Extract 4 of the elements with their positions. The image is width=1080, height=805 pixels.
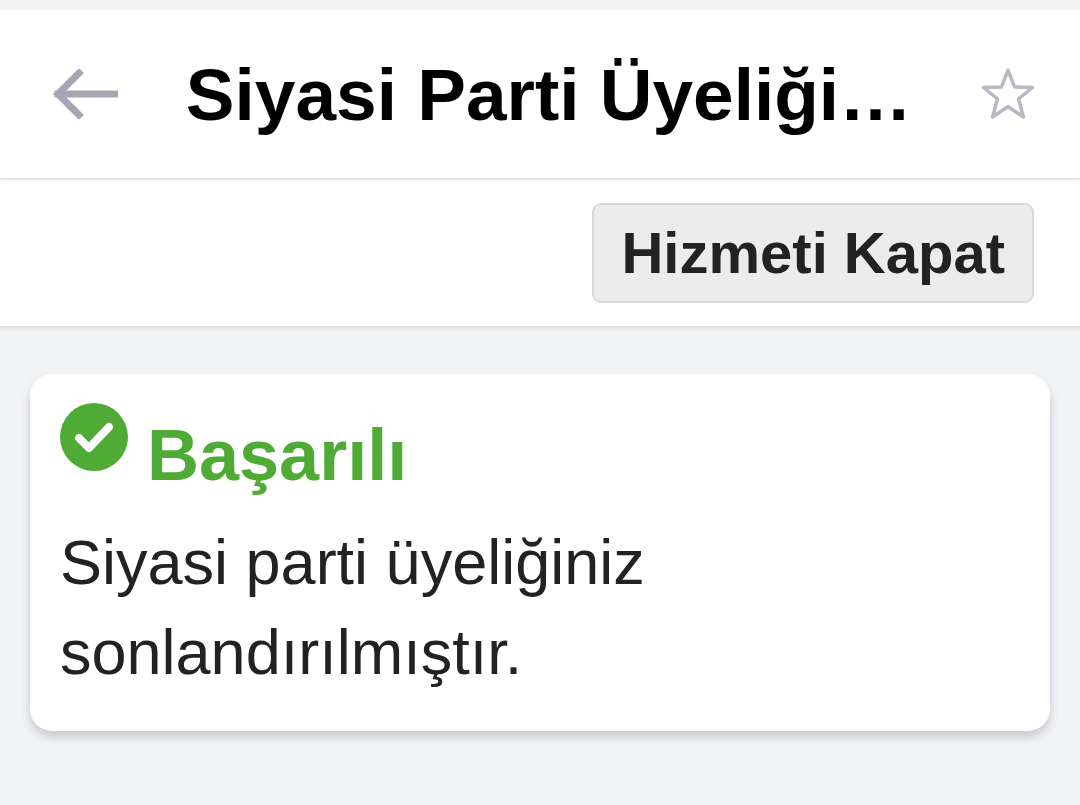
close-service-button[interactable]: Hizmeti Kapat: [592, 203, 1034, 303]
back-arrow-icon[interactable]: [52, 69, 118, 119]
alert-message: Siyasi parti üyeliğiniz sonlandırılmıştır.: [60, 526, 646, 689]
star-icon[interactable]: [980, 67, 1036, 121]
